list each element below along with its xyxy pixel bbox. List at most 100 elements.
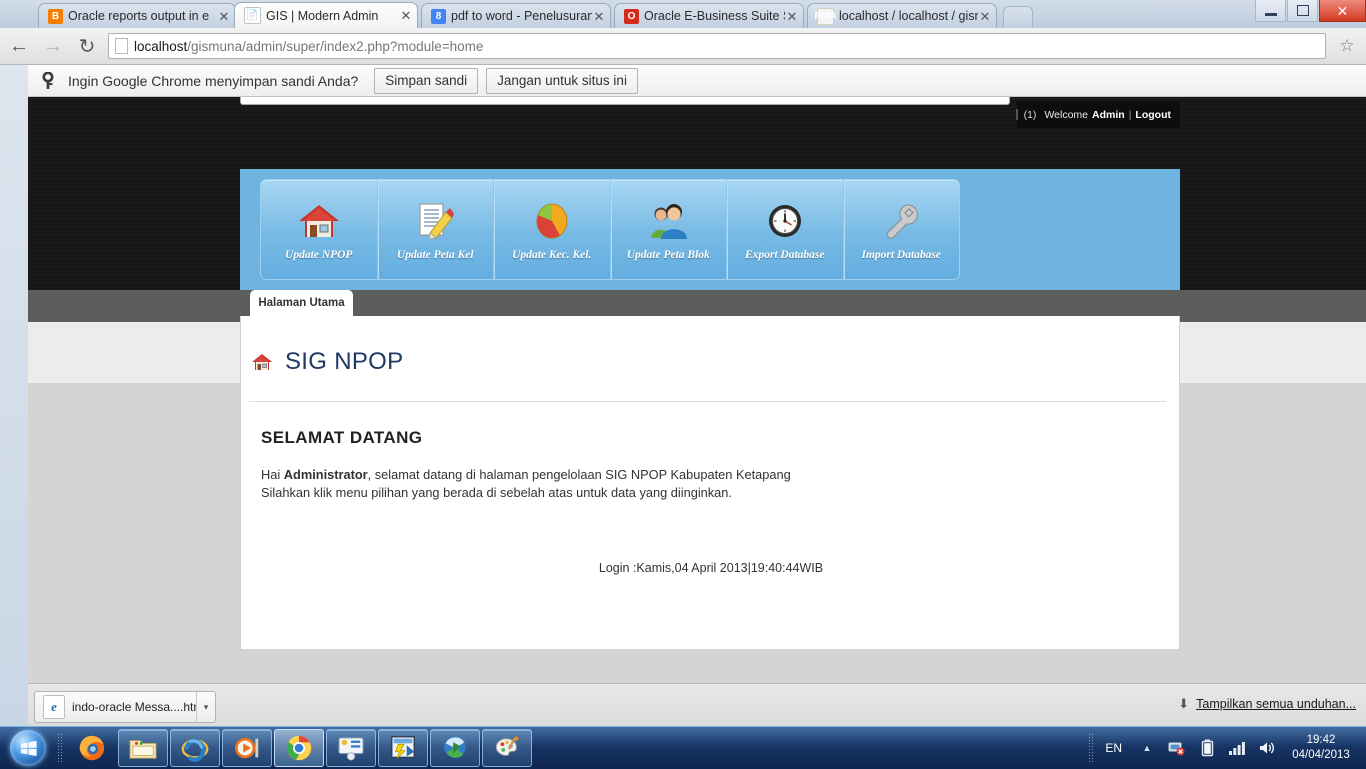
key-icon: [40, 71, 56, 90]
taskbar-control-panel[interactable]: [326, 729, 376, 767]
tab-strip: B Oracle reports output in e ✕ 📄 GIS | M…: [0, 0, 1366, 28]
taskbar-media-player[interactable]: [222, 729, 272, 767]
welcome-line2: Silahkan klik menu pilihan yang berada d…: [261, 485, 732, 501]
welcome-line1-bold: Administrator: [283, 467, 368, 482]
url-host: localhost: [134, 38, 188, 54]
signal-icon[interactable]: [1227, 737, 1247, 759]
menu-item-label: Update Peta Blok: [626, 248, 710, 261]
users-icon: [646, 199, 690, 243]
menu-item-export-database[interactable]: Export Database: [727, 180, 844, 279]
menu-item-label: Export Database: [744, 248, 825, 261]
welcome-heading: SELAMAT DATANG: [261, 428, 423, 447]
blogger-icon: B: [48, 8, 63, 24]
menu-item-label: Import Database: [861, 248, 942, 261]
tab-title: GIS | Modern Admin: [266, 8, 379, 23]
login-timestamp: Login :Kamis,04 April 2013|19:40:44WIB: [598, 561, 824, 575]
envelope-icon[interactable]: [1015, 109, 1018, 120]
restore-icon: [1296, 5, 1309, 16]
reload-button[interactable]: ↻: [72, 31, 102, 61]
address-bar[interactable]: localhost /gismuna/admin/super/index2.ph…: [108, 33, 1326, 59]
show-all-downloads-label: Tampilkan semua unduhan...: [1196, 697, 1356, 711]
bookmark-star-icon[interactable]: ☆: [1334, 33, 1360, 59]
menu-item-update-kec-kel[interactable]: Update Kec. Kel.: [494, 180, 611, 279]
taskbar-idm[interactable]: [430, 729, 480, 767]
tab-halaman-utama[interactable]: Halaman Utama: [250, 290, 353, 316]
home-icon: [297, 199, 341, 243]
welcome-bar: (1) Welcome Admin | Logout: [1015, 101, 1180, 128]
download-item[interactable]: e indo-oracle Messa....htm ▾: [34, 691, 216, 723]
welcome-text: Welcome: [1044, 108, 1089, 121]
forward-button[interactable]: →: [38, 31, 68, 61]
new-tab-button[interactable]: [1003, 6, 1033, 27]
battery-icon[interactable]: [1197, 737, 1217, 759]
clock-date: 04/04/2013: [1292, 749, 1350, 761]
browser-tab-2[interactable]: 8 pdf to word - Penelusuran ✕: [421, 3, 611, 28]
menu-item-update-npop[interactable]: Update NPOP: [261, 180, 378, 279]
browser-tab-1[interactable]: 📄 GIS | Modern Admin ✕: [234, 2, 418, 28]
forward-arrow-icon: →: [43, 34, 63, 57]
download-file-name: indo-oracle Messa....htm: [72, 700, 196, 714]
pie-chart-icon: [530, 199, 574, 243]
taskbar-paint[interactable]: [482, 729, 532, 767]
welcome-line1-pre: Hai: [261, 467, 284, 482]
taskbar-xampp[interactable]: [378, 729, 428, 767]
tab-close-icon[interactable]: ✕: [592, 10, 606, 23]
download-arrow-icon: ⬇: [1178, 696, 1190, 711]
wrench-icon: [879, 199, 923, 243]
taskbar-file-explorer[interactable]: [118, 729, 168, 767]
download-menu-caret-icon[interactable]: ▾: [196, 692, 215, 722]
taskbar-firefox[interactable]: [68, 730, 116, 766]
oracle-icon: O: [624, 8, 639, 24]
show-all-downloads-link[interactable]: ⬇ Tampilkan semua unduhan...: [1178, 696, 1356, 712]
menu-item-label: Update NPOP: [285, 248, 353, 261]
menu-item-update-peta-blok[interactable]: Update Peta Blok: [611, 180, 727, 279]
title-divider: [249, 401, 1166, 402]
save-password-button[interactable]: Simpan sandi: [374, 67, 479, 94]
back-button[interactable]: ←: [4, 31, 34, 61]
tab-close-icon[interactable]: ✕: [217, 10, 231, 23]
menu-item-import-database[interactable]: Import Database: [844, 180, 960, 279]
menu-item-update-peta-kel[interactable]: Update Peta Kel: [378, 180, 494, 279]
taskbar-grip[interactable]: [57, 733, 63, 763]
tab-title: localhost / localhost / gisr: [839, 9, 978, 23]
language-indicator[interactable]: EN: [1105, 741, 1122, 755]
browser-tab-0[interactable]: B Oracle reports output in e ✕: [38, 3, 236, 28]
tab-title: Oracle reports output in e: [68, 9, 210, 23]
download-shelf: e indo-oracle Messa....htm ▾ ⬇ Tampilkan…: [28, 683, 1366, 727]
taskbar-chrome[interactable]: [274, 729, 324, 767]
volume-icon[interactable]: [1257, 737, 1277, 759]
show-hidden-icons-button[interactable]: ▲: [1137, 737, 1157, 759]
browser-tab-3[interactable]: O Oracle E-Business Suite Sy ✕: [614, 3, 804, 28]
minimize-button[interactable]: [1255, 0, 1286, 22]
taskbar-clock[interactable]: 19:42 04/04/2013: [1282, 733, 1360, 763]
infobar-question: Ingin Google Chrome menyimpan sandi Anda…: [68, 72, 359, 89]
tab-title: Oracle E-Business Suite Sy: [644, 9, 785, 23]
windows-logo-icon: [10, 730, 46, 766]
never-for-this-site-button[interactable]: Jangan untuk situs ini: [486, 67, 638, 94]
network-error-icon[interactable]: [1167, 737, 1187, 759]
star-glyph: ☆: [1339, 36, 1355, 55]
close-button[interactable]: ✕: [1319, 0, 1366, 22]
page-title-row: SIG NPOP: [251, 348, 403, 376]
page-icon: 📄: [244, 7, 261, 24]
tab-label: Halaman Utama: [258, 297, 345, 309]
internet-explorer-icon: e: [43, 695, 65, 719]
page-viewport: (1) Welcome Admin | Logout Update NPOP U…: [28, 97, 1366, 683]
taskbar-internet-explorer[interactable]: [170, 729, 220, 767]
close-icon: ✕: [1336, 2, 1349, 19]
tab-close-icon[interactable]: ✕: [399, 9, 413, 22]
phpmyadmin-icon: PMA: [814, 7, 837, 25]
restore-button[interactable]: [1287, 0, 1318, 22]
start-button[interactable]: [4, 729, 52, 767]
logout-link[interactable]: Logout: [1135, 109, 1171, 121]
browser-tab-4[interactable]: PMA localhost / localhost / gisr ✕: [807, 3, 997, 28]
menu-panel: Update NPOP Update Peta Kel Update Kec. …: [240, 169, 1180, 290]
tab-close-icon[interactable]: ✕: [978, 10, 992, 23]
clock-time: 19:42: [1306, 734, 1336, 746]
reload-icon: ↻: [78, 35, 96, 58]
back-arrow-icon: ←: [9, 34, 29, 57]
menu-item-label: Update Peta Kel: [396, 248, 474, 261]
tab-close-icon[interactable]: ✕: [785, 10, 799, 23]
user-name: Admin: [1092, 108, 1125, 121]
main-menu-bar: Update NPOP Update Peta Kel Update Kec. …: [260, 179, 960, 280]
